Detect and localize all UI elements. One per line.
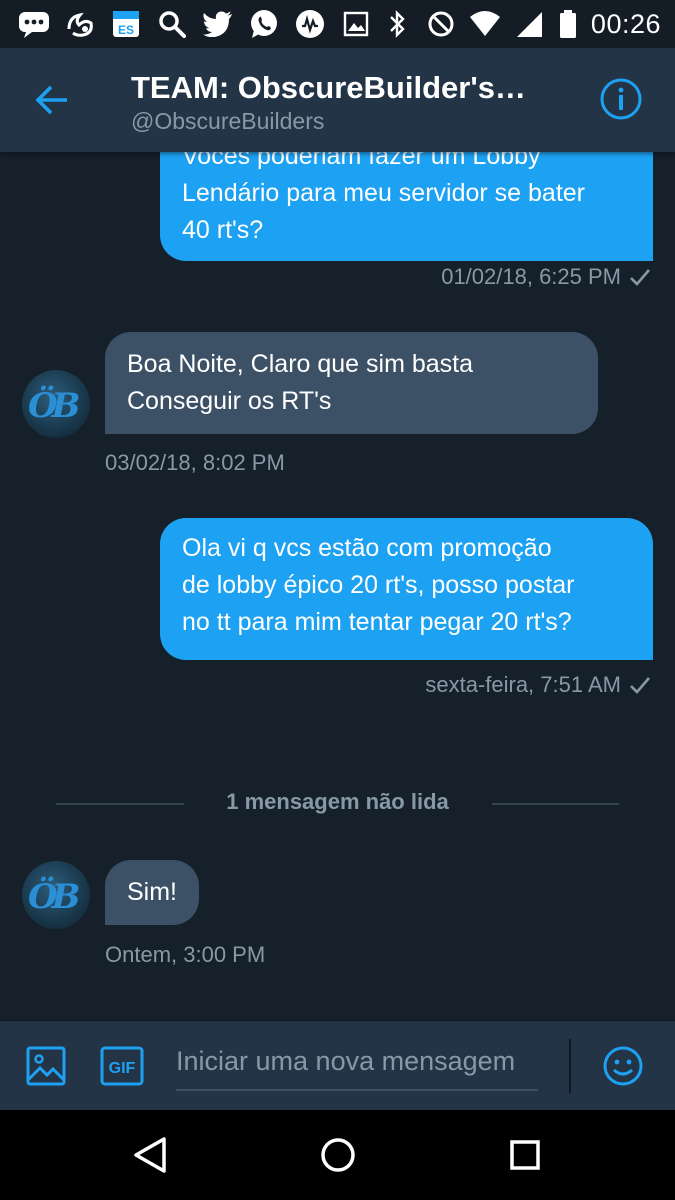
nav-back-button[interactable] <box>128 1132 174 1178</box>
clock: 00:26 <box>590 8 661 39</box>
gif-button[interactable]: GIF <box>100 1046 144 1090</box>
message-timestamp: sexta-feira, 7:51 AM <box>425 672 651 698</box>
divider-line <box>492 803 619 805</box>
message-thread[interactable]: Vocês poderiam fazer um Lobby Lendário p… <box>0 152 675 1020</box>
navigation-bar <box>0 1110 675 1200</box>
message-input[interactable] <box>176 1039 538 1091</box>
image-icon <box>340 8 372 40</box>
unread-divider: 1 mensagem não lida <box>0 788 675 818</box>
obscurebuilders-logo-icon: ÖB <box>28 386 80 426</box>
circle-home-icon <box>321 1138 355 1172</box>
message-timestamp: 03/02/18, 8:02 PM <box>105 450 285 475</box>
status-bar: ES 00:26 <box>0 0 675 48</box>
uc-browser-icon <box>64 8 96 40</box>
info-button[interactable] <box>598 76 644 122</box>
avatar[interactable]: ÖB <box>22 861 90 929</box>
message-line: no tt para mim tentar pegar 20 rt's? <box>182 608 572 636</box>
wifi-icon <box>469 8 501 40</box>
gif-icon: GIF <box>100 1046 144 1086</box>
nav-recents-button[interactable] <box>502 1132 548 1178</box>
triangle-back-icon <box>134 1137 166 1173</box>
avatar[interactable]: ÖB <box>22 370 90 438</box>
outgoing-message-bubble[interactable]: Ola vi q vcs estão com promoção de lobby… <box>160 518 653 660</box>
conversation-handle: @ObscureBuilders <box>131 108 325 134</box>
message-line: Ola vi q vcs estão com promoção <box>182 534 552 562</box>
info-icon <box>600 78 642 120</box>
smiley-icon <box>603 1046 643 1086</box>
twitter-icon <box>202 8 234 40</box>
message-composer: GIF <box>0 1020 675 1110</box>
gif-label: GIF <box>109 1060 136 1077</box>
notification-icons: ES <box>18 8 372 40</box>
svg-text:ES: ES <box>118 23 134 37</box>
message-line: 40 rt's? <box>182 216 264 244</box>
message-line: Boa Noite, Claro que sim basta <box>127 350 474 378</box>
arrow-left-icon <box>35 85 67 115</box>
search-icon <box>156 8 188 40</box>
conversation-title: TEAM: ObscureBuilder's… <box>131 70 526 105</box>
image-icon <box>26 1046 66 1086</box>
nav-home-button[interactable] <box>315 1132 361 1178</box>
do-not-disturb-icon <box>425 8 457 40</box>
signal-icon <box>513 8 545 40</box>
obscurebuilders-logo-icon: ÖB <box>28 877 80 917</box>
es-file-icon: ES <box>110 8 142 40</box>
message-line: Conseguir os RT's <box>127 387 332 415</box>
message-timestamp: 01/02/18, 6:25 PM <box>441 264 651 290</box>
chat-bubble-icon <box>18 8 50 40</box>
square-recents-icon <box>510 1140 540 1170</box>
incoming-message-bubble[interactable]: Boa Noite, Claro que sim basta Conseguir… <box>105 332 598 434</box>
incoming-message-bubble[interactable]: Sim! <box>105 860 199 925</box>
outgoing-message-bubble[interactable]: Vocês poderiam fazer um Lobby Lendário p… <box>160 152 653 261</box>
emoji-button[interactable] <box>601 1044 645 1088</box>
battery-icon <box>557 8 579 40</box>
message-line: Lendário para meu servidor se bater <box>182 179 586 207</box>
check-icon <box>630 269 650 286</box>
back-button[interactable] <box>28 78 76 122</box>
unread-label: 1 mensagem não lida <box>226 789 449 814</box>
check-icon <box>630 677 650 694</box>
composer-divider <box>569 1039 571 1093</box>
message-line: Vocês poderiam fazer um Lobby <box>182 152 541 170</box>
bluetooth-icon <box>381 8 413 40</box>
conversation-header: TEAM: ObscureBuilder's… @ObscureBuilders <box>0 48 675 152</box>
whatsapp-icon <box>248 8 280 40</box>
message-line: Sim! <box>127 878 177 906</box>
musically-icon <box>294 8 326 40</box>
message-line: de lobby épico 20 rt's, posso postar <box>182 571 575 599</box>
message-timestamp: Ontem, 3:00 PM <box>105 942 266 967</box>
system-icons: 00:26 <box>381 8 661 40</box>
add-photo-button[interactable] <box>25 1045 69 1089</box>
